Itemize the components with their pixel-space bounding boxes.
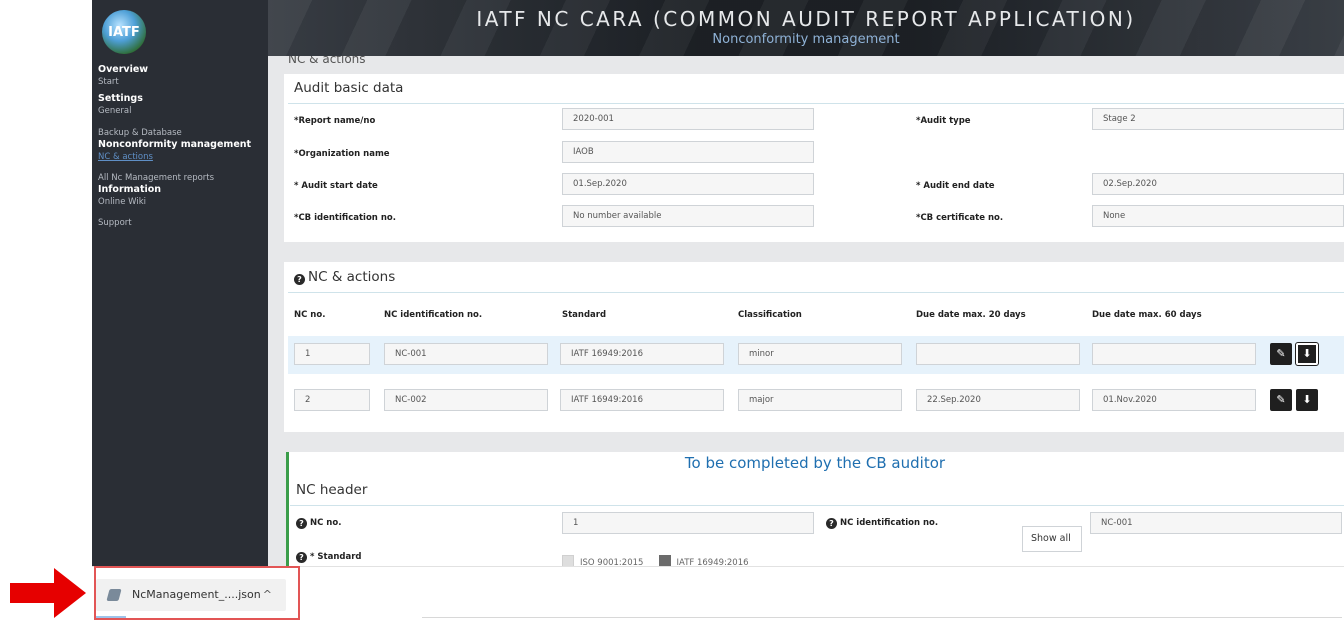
standard-label-text: * Standard [310,552,362,562]
sidebar-item-nc-actions[interactable]: NC & actions [98,151,268,163]
app-header: IATF NC CARA (COMMON AUDIT REPORT APPLIC… [268,0,1344,56]
due60-field[interactable] [1092,343,1256,365]
sidebar-nav: Overview Start Settings General Backup &… [98,64,268,229]
nc-actions-card: ? NC & actions NC no. NC identification n… [284,262,1344,432]
nc-no-label-text: NC no. [310,518,342,528]
nc-id-field[interactable]: NC-001 [384,343,548,365]
col-header-nc-no: NC no. [294,310,326,320]
help-icon[interactable]: ? [296,518,307,529]
help-icon[interactable]: ? [294,274,305,285]
card-divider [290,505,1344,506]
divider [422,617,1342,618]
audit-end-date-label: * Audit end date [916,181,995,191]
sidebar-item-online-wiki[interactable]: Online Wiki [98,196,268,208]
cb-auditor-banner: To be completed by the CB auditor [684,454,946,472]
col-header-due20: Due date max. 20 days [916,310,1026,320]
app-subtitle: Nonconformity management [712,32,900,47]
nc-header-no-field[interactable]: 1 [562,512,814,534]
col-header-classification: Classification [738,310,802,320]
app-window: IATF Overview Start Settings General Bac… [0,0,1344,620]
organization-name-label: *Organization name [294,149,390,159]
download-icon[interactable]: ⬇ [1296,389,1318,411]
logo-text: IATF [108,24,140,40]
audit-end-date-field[interactable]: 02.Sep.2020 [1092,173,1344,195]
standard-field[interactable]: IATF 16949:2016 [560,389,724,411]
card-divider [288,292,1344,293]
main-content: NC & actions Audit basic data *Report na… [268,56,1344,620]
pencil-icon[interactable]: ✎ [1270,343,1292,365]
sidebar: IATF Overview Start Settings General Bac… [92,0,268,566]
nc-identification-label-text: NC identification no. [840,518,939,528]
col-header-standard: Standard [562,310,607,320]
page-title: NC & actions [288,56,366,64]
audit-start-date-label: * Audit start date [294,181,378,191]
audit-type-label: *Audit type [916,116,971,126]
cb-certificate-label: *CB certificate no. [916,213,1004,223]
nc-id-field[interactable]: NC-002 [384,389,548,411]
col-header-due60: Due date max. 60 days [1092,310,1202,320]
sidebar-section-settings: Settings [98,93,143,104]
sidebar-item-general[interactable]: General [98,105,268,117]
audit-start-date-field[interactable]: 01.Sep.2020 [562,173,814,195]
cb-identification-field[interactable]: No number available [562,205,814,227]
report-name-field[interactable]: 2020-001 [562,108,814,130]
nc-header-title: NC header [296,482,368,498]
nc-actions-title: ? NC & actions [294,269,395,285]
audit-type-field[interactable]: Stage 2 [1092,108,1344,130]
standard-field[interactable]: IATF 16949:2016 [560,343,724,365]
sidebar-section-information: Information [98,184,162,195]
sidebar-item-support[interactable]: Support [98,217,268,229]
help-icon[interactable]: ? [826,518,837,529]
nc-actions-title-text: NC & actions [308,269,396,285]
organization-name-field[interactable]: IAOB [562,141,814,163]
sidebar-section-nonconformity: Nonconformity management [98,139,252,150]
sidebar-item-start[interactable]: Start [98,76,268,88]
audit-basic-data-title: Audit basic data [294,80,404,96]
sidebar-section-overview: Overview [98,64,149,75]
highlight-box [94,566,300,620]
standard-label: ? * Standard [296,552,361,563]
nc-no-field[interactable]: 1 [294,343,370,365]
classification-field[interactable]: major [738,389,902,411]
audit-basic-data-card: Audit basic data *Report name/no 2020-00… [284,74,1344,242]
cb-identification-label: *CB identification no. [294,213,396,223]
help-icon[interactable]: ? [296,552,307,563]
sidebar-item-all-nc-reports[interactable]: All Nc Management reports [98,172,268,184]
due20-field[interactable] [916,343,1080,365]
card-divider [288,103,1344,104]
page-margin [0,0,92,620]
red-arrow-icon [10,568,86,618]
nc-identification-label: ? NC identification no. [826,518,938,529]
due60-field[interactable]: 01.Nov.2020 [1092,389,1256,411]
due20-field[interactable]: 22.Sep.2020 [916,389,1080,411]
pencil-icon[interactable]: ✎ [1270,389,1292,411]
nc-no-label: ? NC no. [296,518,341,529]
col-header-nc-id: NC identification no. [384,310,483,320]
show-all-button[interactable]: Show all [1022,526,1082,552]
classification-field[interactable]: minor [738,343,902,365]
sidebar-item-backup-database[interactable]: Backup & Database [98,127,268,139]
nc-no-field[interactable]: 2 [294,389,370,411]
app-title: IATF NC CARA (COMMON AUDIT REPORT APPLIC… [476,7,1136,31]
cb-certificate-field[interactable]: None [1092,205,1344,227]
nc-header-id-field[interactable]: NC-001 [1090,512,1342,534]
iatf-logo: IATF [102,10,146,54]
download-icon[interactable]: ⬇ [1295,342,1319,366]
report-name-label: *Report name/no [294,116,376,126]
